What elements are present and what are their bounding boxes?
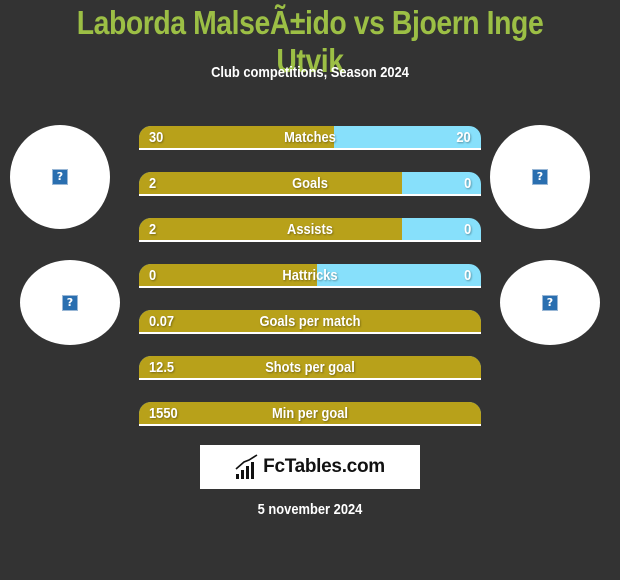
stat-label: Matches [284,129,336,146]
stat-label: Hattricks [282,267,338,284]
right-club-logo: ? [500,260,600,345]
stat-row: 0.07 Goals per match [139,310,481,334]
broken-image-icon: ? [532,169,548,185]
fctables-logo[interactable]: FcTables.com [200,445,420,489]
broken-image-icon: ? [542,294,558,311]
left-value: 30 [149,129,164,146]
broken-image-icon: ? [52,169,68,185]
stat-row: 2 Assists 0 [139,218,481,242]
stat-label: Min per goal [272,405,348,422]
logo-text: FcTables.com [263,456,385,477]
competition-subtitle: Club competitions, Season 2024 [211,64,409,81]
stat-label: Shots per goal [265,359,355,376]
right-value: 0 [463,221,471,238]
stat-row: 30 Matches 20 [139,126,481,150]
left-value: 0 [149,267,157,284]
left-value: 2 [149,221,157,238]
stat-label: Goals per match [259,313,361,330]
right-value: 0 [463,267,471,284]
right-player-avatar: ? [490,125,590,229]
stat-row: 1550 Min per goal [139,402,481,426]
right-value: 0 [463,175,471,192]
left-player-avatar: ? [10,125,110,229]
stat-row: 12.5 Shots per goal [139,356,481,380]
broken-image-icon: ? [62,294,78,311]
left-value: 2 [149,175,157,192]
stat-label: Assists [287,221,333,238]
stat-row: 0 Hattricks 0 [139,264,481,288]
stat-label: Goals [292,175,328,192]
left-club-logo: ? [20,260,120,345]
stat-row: 2 Goals 0 [139,172,481,196]
right-value: 20 [456,129,471,146]
bar-chart-icon [235,454,258,479]
date-label: 5 november 2024 [257,501,363,518]
